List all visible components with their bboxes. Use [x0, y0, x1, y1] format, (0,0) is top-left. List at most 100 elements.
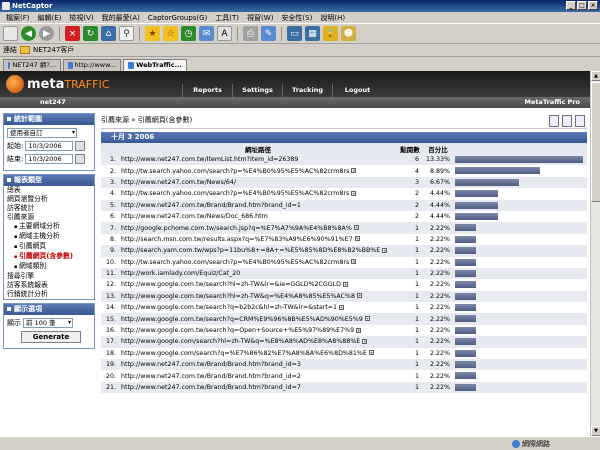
menu-edit[interactable]: 編輯(E)	[38, 12, 62, 23]
referrer-link[interactable]: http://www.net247.com.tw/Brand/Brand.htm…	[121, 202, 301, 209]
scroll-thumb[interactable]	[591, 82, 600, 202]
forward-icon[interactable]: ▶	[39, 26, 54, 41]
refresh-icon[interactable]: ↻	[83, 26, 98, 41]
calendar-icon[interactable]	[75, 141, 86, 151]
referrer-link[interactable]: http://www.google.com/search?hl=zh-TW&q=…	[121, 338, 360, 345]
generate-button[interactable]: Generate	[21, 331, 81, 343]
tab-http[interactable]: http://www...	[63, 59, 121, 71]
export-icon[interactable]	[549, 115, 559, 127]
window-icon[interactable]: ▭	[287, 26, 302, 41]
expand-icon[interactable]: +	[357, 293, 362, 299]
calendar-icon[interactable]	[75, 154, 86, 164]
menu-help[interactable]: 說明(H)	[320, 12, 345, 23]
report-item[interactable]: 引薦來源	[4, 213, 94, 222]
row-count-select[interactable]: 前 100 筆	[23, 318, 73, 328]
referrer-link[interactable]: http://tw.search.yahoo.com/search?p=%E4%…	[121, 168, 349, 175]
referrer-link[interactable]: http://www.google.com.tw/search?hl=zh-TW…	[121, 281, 341, 288]
stop-icon[interactable]: ×	[65, 26, 80, 41]
report-item[interactable]: 訪客統計	[4, 204, 94, 213]
expand-icon[interactable]: +	[382, 247, 388, 253]
tab-net247[interactable]: NET247 網?...	[3, 59, 61, 71]
referrer-link[interactable]: http://www.net247.com.tw/ItemList.htm?it…	[121, 156, 298, 163]
end-date-input[interactable]: 10/3/2006	[25, 154, 74, 164]
referrer-link[interactable]: http://google.pchome.com.tw/search.jsp?q…	[121, 225, 352, 232]
print-report-icon[interactable]	[562, 115, 572, 127]
range-select[interactable]: 使用者自訂	[7, 128, 77, 138]
excel-icon[interactable]	[575, 115, 585, 127]
report-subitem[interactable]: 主要網域分析	[4, 222, 94, 232]
referrer-link[interactable]: http://www.net247.com.tw/Brand/Brand.htm…	[121, 373, 301, 380]
expand-icon[interactable]: +	[364, 316, 370, 322]
column-percent[interactable]: 百分比	[423, 143, 453, 154]
vertical-scrollbar[interactable]: ▲ ▼	[590, 71, 600, 436]
expand-icon[interactable]: +	[353, 225, 359, 231]
referrer-link[interactable]: http://www.net247.com.tw/Brand/Brand.htm…	[121, 361, 301, 368]
print-icon[interactable]: ⎙	[243, 26, 258, 41]
tab-webtraffic[interactable]: WebTraffic...	[123, 59, 187, 71]
referrer-link[interactable]: http://search.yam.com.tw/wps?p=11bu%8+=8…	[121, 247, 380, 254]
nav-tracking[interactable]: Tracking	[282, 84, 332, 97]
referrer-link[interactable]: http://www.google.com.tw/search?hl=zh-TW…	[121, 293, 355, 300]
expand-icon[interactable]: +	[368, 350, 374, 356]
menu-security[interactable]: 安全性(S)	[281, 12, 312, 23]
expand-icon[interactable]: +	[351, 190, 357, 196]
history-icon[interactable]: ◷	[181, 26, 196, 41]
menu-view[interactable]: 檢視(V)	[69, 12, 93, 23]
nav-logout[interactable]: Logout	[332, 84, 382, 97]
menu-captor-groups[interactable]: CaptorGroups(G)	[148, 12, 207, 23]
back-icon[interactable]: ◀	[21, 26, 36, 41]
menu-window[interactable]: 視窗(W)	[247, 12, 273, 23]
tile-icon[interactable]: ▦	[305, 26, 320, 41]
lock-icon[interactable]: 🔒	[323, 26, 338, 41]
report-item[interactable]: 搜尋引擎	[4, 272, 94, 281]
column-url[interactable]: 網址路徑	[119, 143, 397, 154]
referrer-link[interactable]: http://www.google.com/search?q=%E7%86%82…	[121, 350, 367, 357]
favorites-folder-link[interactable]: NET247客戶	[33, 45, 74, 55]
favorites-icon[interactable]: ★	[145, 26, 160, 41]
menu-favorites[interactable]: 我的最愛(A)	[102, 12, 140, 23]
referrer-link[interactable]: http://www.net247.com.tw/News/Doc_686.ht…	[121, 213, 268, 220]
expand-icon[interactable]: +	[362, 338, 368, 344]
nav-settings[interactable]: Settings	[232, 84, 282, 97]
close-button[interactable]: ×	[588, 1, 598, 10]
scroll-down-icon[interactable]: ▼	[591, 426, 600, 436]
referrer-link[interactable]: http://search.msn.com.tw/results.aspx?q=…	[121, 236, 353, 243]
popup-killer-icon[interactable]: ☻	[341, 26, 356, 41]
report-subitem[interactable]: 網域主機分析	[4, 232, 94, 242]
report-subitem[interactable]: 引薦網頁(含參數)	[4, 252, 94, 262]
nav-reports[interactable]: Reports	[182, 84, 232, 97]
referrer-link[interactable]: http://www.net247.com.tw/Brand/Brand.htm…	[121, 384, 301, 391]
new-window-icon[interactable]	[3, 26, 18, 41]
expand-icon[interactable]: +	[351, 168, 357, 174]
expand-icon[interactable]: +	[354, 236, 360, 242]
report-item[interactable]: 行銷統計分析	[4, 290, 94, 299]
report-item[interactable]: 網頁瀏覽分析	[4, 195, 94, 204]
report-subitem[interactable]: 網域類別	[4, 262, 94, 272]
referrer-link[interactable]: http://www.google.com.tw/search?q=Open+S…	[121, 327, 354, 334]
expand-icon[interactable]: +	[342, 281, 348, 287]
column-visits[interactable]: 點閱數	[397, 143, 423, 154]
mail-icon[interactable]: ✉	[199, 26, 214, 41]
referrer-link[interactable]: http://www.net247.com.tw/News/64/	[121, 179, 236, 186]
expand-icon[interactable]: +	[351, 259, 357, 265]
edit-icon[interactable]: ✎	[261, 26, 276, 41]
search-icon[interactable]: ⚲	[119, 26, 134, 41]
report-item[interactable]: 訪客系統報表	[4, 281, 94, 290]
menu-tools[interactable]: 工具(T)	[215, 12, 239, 23]
report-item[interactable]: 總表	[4, 186, 94, 195]
add-favorite-icon[interactable]: ☆	[163, 26, 178, 41]
expand-icon[interactable]: +	[356, 327, 362, 333]
expand-icon[interactable]: +	[339, 304, 345, 310]
referrer-link[interactable]: http://www.google.com.tw/search?q=CRM%E9…	[121, 316, 363, 323]
referrer-link[interactable]: http://tw.search.yahoo.com/search?p=%E4%…	[121, 259, 349, 266]
menu-file[interactable]: 檔案(F)	[6, 12, 30, 23]
start-date-input[interactable]: 10/3/2006	[25, 141, 74, 151]
referrer-link[interactable]: http://tw.search.yahoo.com/search?p=%E4%…	[121, 190, 349, 197]
minimize-button[interactable]: _	[566, 1, 576, 10]
referrer-link[interactable]: http://work.iamlady.com/Equiz/Cat_20	[121, 270, 240, 277]
referrer-link[interactable]: http://www.google.com.tw/search?q=b2b2c&…	[121, 304, 337, 311]
maximize-button[interactable]: □	[577, 1, 587, 10]
home-icon[interactable]: ⌂	[101, 26, 116, 41]
report-subitem[interactable]: 引薦網頁	[4, 242, 94, 252]
font-size-icon[interactable]: A	[217, 26, 232, 41]
